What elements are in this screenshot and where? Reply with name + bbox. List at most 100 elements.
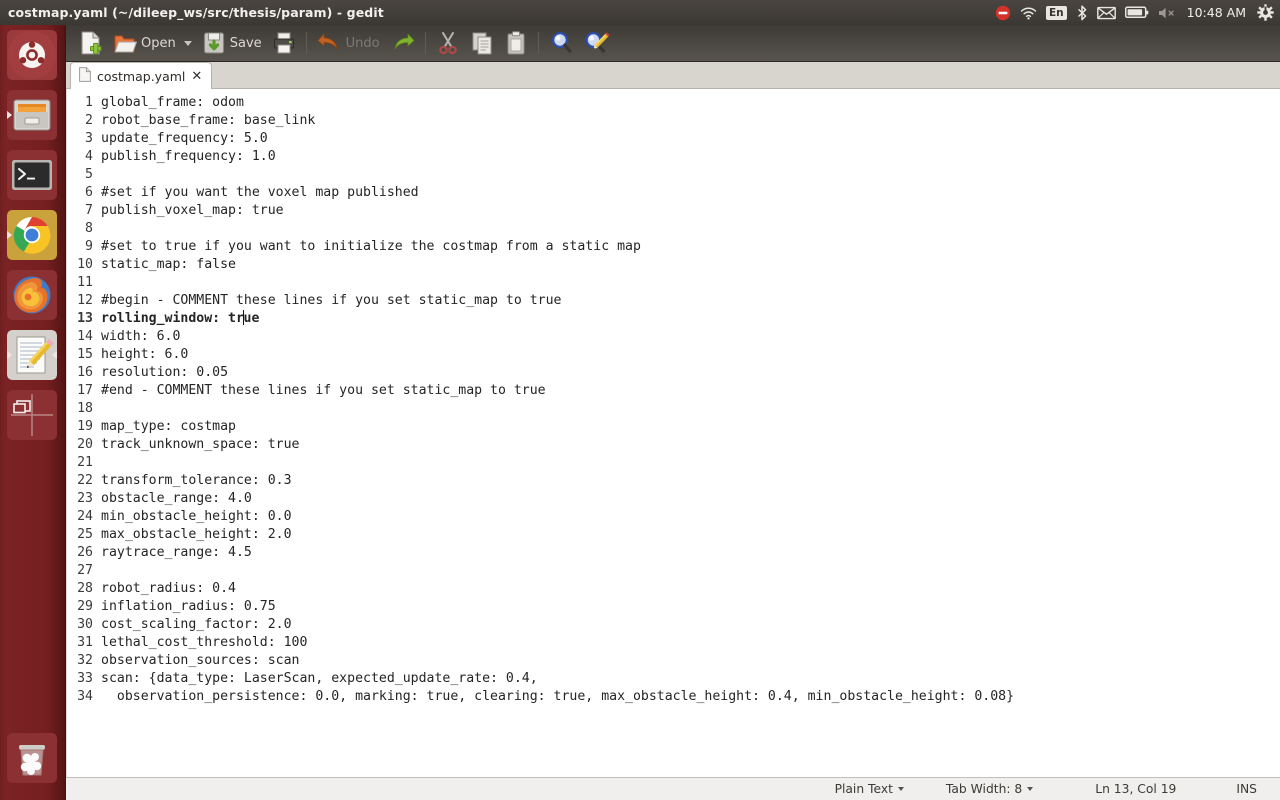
launcher-item-terminal[interactable] [7,150,57,200]
line-text: scan: {data_type: LaserScan, expected_up… [101,671,538,686]
editor-line[interactable]: 27 [67,562,1280,580]
insert-mode-indicator: INS [1236,782,1257,796]
unity-launcher [0,25,66,800]
tab-width-selector[interactable]: Tab Width: 8 [946,782,1034,796]
line-number: 22 [77,473,93,488]
editor-line[interactable]: 6 #set if you want the voxel map publishe… [67,184,1280,202]
editor-line[interactable]: 3 update_frequency: 5.0 [67,130,1280,148]
launcher-item-gedit[interactable] [7,330,57,380]
do-not-disturb-icon[interactable] [995,0,1011,25]
gedit-window: Open Save Undo costmap.yaml ✕ 1 global_f… [66,25,1280,800]
launcher-item-chrome[interactable] [7,210,57,260]
undo-label: Undo [345,35,380,51]
editor-line[interactable]: 23 obstacle_range: 4.0 [67,490,1280,508]
clock[interactable]: 10:48 AM [1185,5,1248,20]
editor-line[interactable]: 17 #end - COMMENT these lines if you set … [67,382,1280,400]
editor-line[interactable]: 31 lethal_cost_threshold: 100 [67,634,1280,652]
print-button[interactable] [267,26,301,60]
close-icon[interactable]: ✕ [191,70,202,83]
line-number: 30 [77,617,93,632]
redo-button[interactable] [385,26,420,60]
line-text: obstacle_range: 4.0 [101,491,252,506]
editor-line[interactable]: 13 rolling_window: true [67,310,1280,328]
editor-line[interactable]: 9 #set to true if you want to initialize … [67,238,1280,256]
session-gear-icon[interactable] [1257,0,1274,25]
open-label: Open [141,35,176,51]
editor-line[interactable]: 12 #begin - COMMENT these lines if you se… [67,292,1280,310]
open-button[interactable]: Open [108,26,197,60]
editor-line[interactable]: 14 width: 6.0 [67,328,1280,346]
battery-icon[interactable] [1124,0,1149,25]
find-button[interactable] [544,26,578,60]
volume-muted-icon[interactable] [1158,0,1176,25]
launcher-item-trash[interactable] [7,733,57,783]
editor-line[interactable]: 18 [67,400,1280,418]
text-editor-area[interactable]: 1 global_frame: odom 2 robot_base_frame: ba… [66,89,1280,800]
editor-line[interactable]: 28 robot_radius: 0.4 [67,580,1280,598]
line-text: min_obstacle_height: 0.0 [101,509,292,524]
editor-line[interactable]: 4 publish_frequency: 1.0 [67,148,1280,166]
editor-line[interactable]: 30 cost_scaling_factor: 2.0 [67,616,1280,634]
editor-line[interactable]: 22 transform_tolerance: 0.3 [67,472,1280,490]
chevron-down-icon[interactable] [183,40,192,46]
cursor-position: Ln 13, Col 19 [1095,782,1177,796]
wifi-icon[interactable] [1020,0,1037,25]
editor-line[interactable]: 1 global_frame: odom [67,94,1280,112]
line-number: 17 [77,383,93,398]
launcher-item-files[interactable] [7,90,57,140]
line-number: 6 [85,185,93,200]
toolbar-separator [537,32,539,54]
editor-line[interactable]: 21 [67,454,1280,472]
undo-button[interactable]: Undo [312,26,385,60]
line-text: inflation_radius: 0.75 [101,599,276,614]
line-number: 5 [85,167,93,182]
line-text: #set to true if you want to initialize t… [101,239,641,254]
editor-line[interactable]: 19 map_type: costmap [67,418,1280,436]
line-number: 33 [77,671,93,686]
editor-line[interactable]: 32 observation_sources: scan [67,652,1280,670]
editor-line[interactable]: 34 observation_persistence: 0.0, marking… [67,688,1280,706]
keyboard-layout-indicator[interactable]: En [1046,0,1067,25]
code-content[interactable]: 1 global_frame: odom 2 robot_base_frame: ba… [67,89,1280,706]
line-number: 9 [85,239,93,254]
replace-button[interactable] [578,26,614,60]
line-text: observation_sources: scan [101,653,300,668]
line-number: 14 [77,329,93,344]
new-document-button[interactable] [74,26,108,60]
editor-line[interactable]: 2 robot_base_frame: base_link [67,112,1280,130]
editor-line[interactable]: 26 raytrace_range: 4.5 [67,544,1280,562]
line-text: robot_base_frame: base_link [101,113,316,128]
editor-line[interactable]: 16 resolution: 0.05 [67,364,1280,382]
editor-line[interactable]: 24 min_obstacle_height: 0.0 [67,508,1280,526]
line-text: raytrace_range: 4.5 [101,545,252,560]
window-title: costmap.yaml (~/dileep_ws/src/thesis/par… [8,5,384,20]
bluetooth-icon[interactable] [1076,0,1088,25]
mail-icon[interactable] [1096,0,1116,25]
language-selector[interactable]: Plain Text [835,782,904,796]
editor-line[interactable]: 8 [67,220,1280,238]
editor-line[interactable]: 7 publish_voxel_map: true [67,202,1280,220]
line-number: 2 [85,113,93,128]
launcher-item-workspace-switcher[interactable] [7,390,57,440]
editor-line[interactable]: 20 track_unknown_space: true [67,436,1280,454]
editor-line[interactable]: 15 height: 6.0 [67,346,1280,364]
tab-label: costmap.yaml [97,68,186,84]
launcher-item-ubuntu-dash[interactable] [7,30,57,80]
launcher-item-firefox[interactable] [7,270,57,320]
copy-button[interactable] [465,26,499,60]
editor-line[interactable]: 10 static_map: false [67,256,1280,274]
line-number: 12 [77,293,93,308]
editor-line[interactable]: 33 scan: {data_type: LaserScan, expected_… [67,670,1280,688]
editor-line[interactable]: 11 [67,274,1280,292]
editor-line[interactable]: 29 inflation_radius: 0.75 [67,598,1280,616]
paste-button[interactable] [499,26,533,60]
tab-costmap-yaml[interactable]: costmap.yaml ✕ [70,62,213,89]
line-number: 18 [77,401,93,416]
editor-line[interactable]: 25 max_obstacle_height: 2.0 [67,526,1280,544]
cut-button[interactable] [431,26,465,60]
line-text: track_unknown_space: true [101,437,300,452]
line-number: 4 [85,149,93,164]
editor-line[interactable]: 5 [67,166,1280,184]
save-button[interactable]: Save [197,26,267,60]
line-number: 27 [77,563,93,578]
